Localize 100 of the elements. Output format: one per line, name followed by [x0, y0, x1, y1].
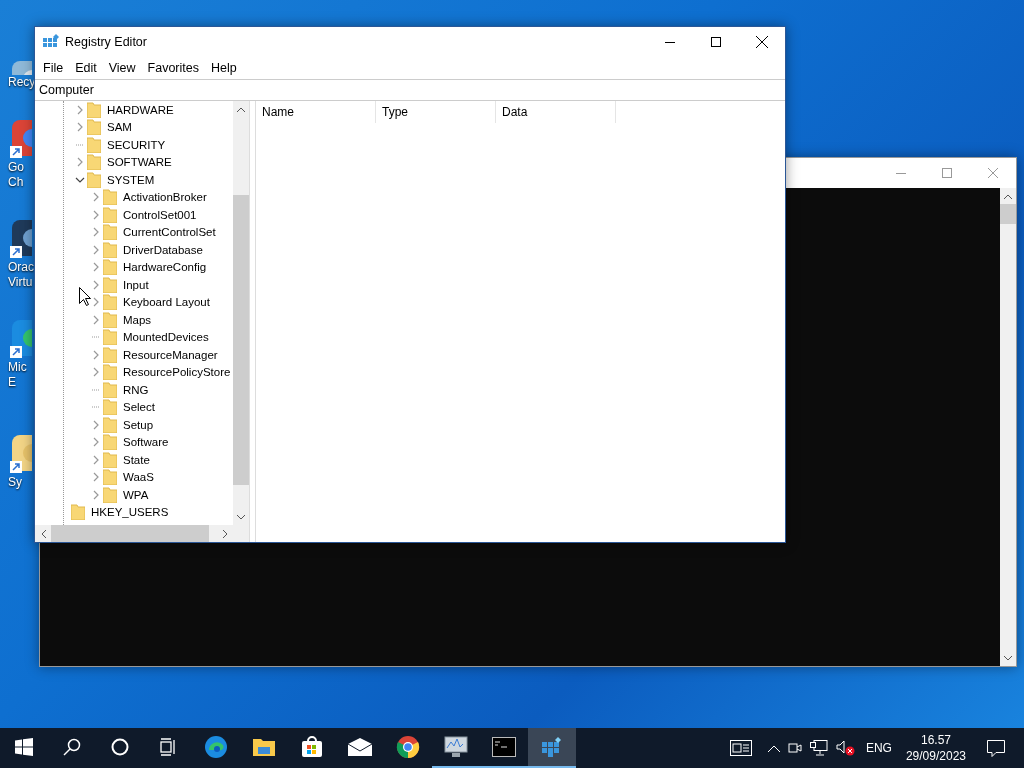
search-icon [63, 738, 81, 756]
tree-item[interactable]: SAM [107, 121, 132, 134]
desktop-icon-label[interactable]: Go [8, 160, 24, 175]
tree-item[interactable]: Keyboard Layout [123, 296, 210, 309]
desktop-icon-label[interactable]: E [8, 375, 16, 390]
tree-item[interactable]: MountedDevices [123, 331, 209, 344]
scrollbar-thumb[interactable] [51, 525, 209, 542]
scrollbar[interactable] [1000, 188, 1016, 666]
newspaper-icon [729, 740, 752, 756]
tree-item[interactable]: Software [123, 436, 169, 449]
tree-item[interactable]: WaaS [123, 471, 154, 484]
tree-item[interactable]: ControlSet001 [123, 208, 197, 221]
expand-icon[interactable] [75, 122, 85, 133]
tree-item[interactable]: Maps [123, 313, 152, 326]
minimize-icon [665, 41, 675, 43]
tree-item[interactable]: Setup [123, 418, 154, 431]
clock[interactable]: 16.57 29/09/2023 [897, 728, 974, 768]
scrollbar-thumb[interactable] [1000, 204, 1016, 224]
terminal-icon [492, 737, 516, 757]
desktop-icon-label[interactable]: Recy [8, 75, 36, 90]
tree-item[interactable]: WPA [123, 488, 149, 501]
expand-icon[interactable] [91, 472, 101, 483]
registry-icon [541, 736, 563, 758]
desktop-icon-label[interactable]: Sy [8, 475, 22, 490]
tree-item[interactable]: HardwareConfig [123, 261, 207, 274]
scroll-up-icon[interactable] [237, 106, 245, 112]
expand-icon[interactable] [91, 314, 101, 325]
folder-icon [103, 451, 117, 468]
column-header[interactable]: Name [256, 101, 376, 123]
expand-icon[interactable] [91, 227, 101, 238]
expand-icon[interactable] [91, 367, 101, 378]
menu-item[interactable]: View [102, 61, 142, 75]
expand-icon[interactable] [91, 279, 101, 290]
expand-icon[interactable] [91, 489, 101, 500]
expand-icon[interactable] [91, 297, 101, 308]
menu-item[interactable]: File [37, 61, 70, 75]
expand-icon[interactable] [91, 209, 101, 220]
tree-item[interactable]: ResourceManager [123, 348, 218, 361]
expand-icon[interactable] [75, 157, 85, 168]
scroll-down-icon[interactable] [237, 514, 245, 520]
folder-icon [103, 189, 117, 206]
scrollbar-thumb[interactable] [233, 195, 249, 485]
scrollbar[interactable] [233, 101, 249, 525]
folder-icon [103, 329, 117, 346]
shopping-bag-icon [301, 736, 323, 758]
scroll-down-icon[interactable] [1004, 655, 1012, 661]
expand-icon[interactable] [91, 437, 101, 448]
menu-item[interactable]: Help [205, 61, 243, 75]
tree-item[interactable]: State [123, 453, 150, 466]
folder-icon [87, 171, 101, 188]
speech-bubble-icon [987, 739, 1005, 757]
scroll-left-icon[interactable] [40, 529, 46, 538]
scroll-right-icon[interactable] [222, 529, 228, 538]
folder-icon [103, 416, 117, 433]
tree-item[interactable]: SYSTEM [107, 173, 155, 186]
tree-item[interactable]: DriverDatabase [123, 243, 203, 256]
column-header[interactable]: Type [376, 101, 496, 123]
folder-icon [103, 294, 117, 311]
scrollbar[interactable] [35, 525, 249, 542]
tree-item[interactable]: SECURITY [107, 138, 166, 151]
folder-icon [103, 381, 117, 398]
tree-item[interactable]: RNG [123, 383, 149, 396]
task-view-icon [159, 738, 177, 756]
address-field[interactable]: Computer [35, 79, 785, 101]
folder-icon [103, 224, 117, 241]
expand-icon[interactable] [91, 262, 101, 273]
maximize-icon [711, 37, 721, 47]
desktop-icon-label[interactable]: Orac [8, 260, 34, 275]
menu-item[interactable]: Favorites [141, 61, 205, 75]
expand-icon[interactable] [91, 454, 101, 465]
tree-item[interactable]: Input [123, 278, 149, 291]
folder-icon [103, 206, 117, 223]
expand-icon[interactable] [91, 349, 101, 360]
date-text: 29/09/2023 [905, 748, 966, 764]
desktop-icon-label[interactable]: Virtu [8, 275, 33, 290]
tree-item[interactable]: HARDWARE [107, 103, 174, 116]
windows-icon [15, 738, 33, 756]
tree-item[interactable]: HKEY_USERS [91, 506, 169, 519]
desktop-icon-label[interactable]: Ch [8, 175, 24, 190]
time-text: 16.57 [920, 732, 951, 748]
tree-item[interactable]: SOFTWARE [107, 156, 172, 169]
column-header[interactable]: Data [496, 101, 616, 123]
tree-item[interactable]: Select [123, 401, 155, 414]
language-indicator[interactable]: ENG [859, 728, 898, 768]
expand-icon[interactable] [91, 419, 101, 430]
scroll-up-icon[interactable] [1004, 193, 1012, 199]
expand-icon[interactable] [75, 104, 85, 115]
menu-item[interactable]: Edit [69, 61, 103, 75]
folder-icon [87, 119, 101, 136]
tree-item[interactable]: ActivationBroker [123, 191, 207, 204]
camera-icon [787, 740, 802, 756]
expand-icon[interactable] [91, 192, 101, 203]
folder-icon [87, 136, 101, 153]
expand-icon[interactable] [91, 244, 101, 255]
folder-icon [103, 311, 117, 328]
folder-icon [103, 241, 117, 258]
tree-item[interactable]: CurrentControlSet [123, 226, 216, 239]
desktop-icon-label[interactable]: Mic [8, 360, 27, 375]
tree-item[interactable]: ResourcePolicyStore [123, 366, 231, 379]
folder-icon [71, 504, 85, 521]
